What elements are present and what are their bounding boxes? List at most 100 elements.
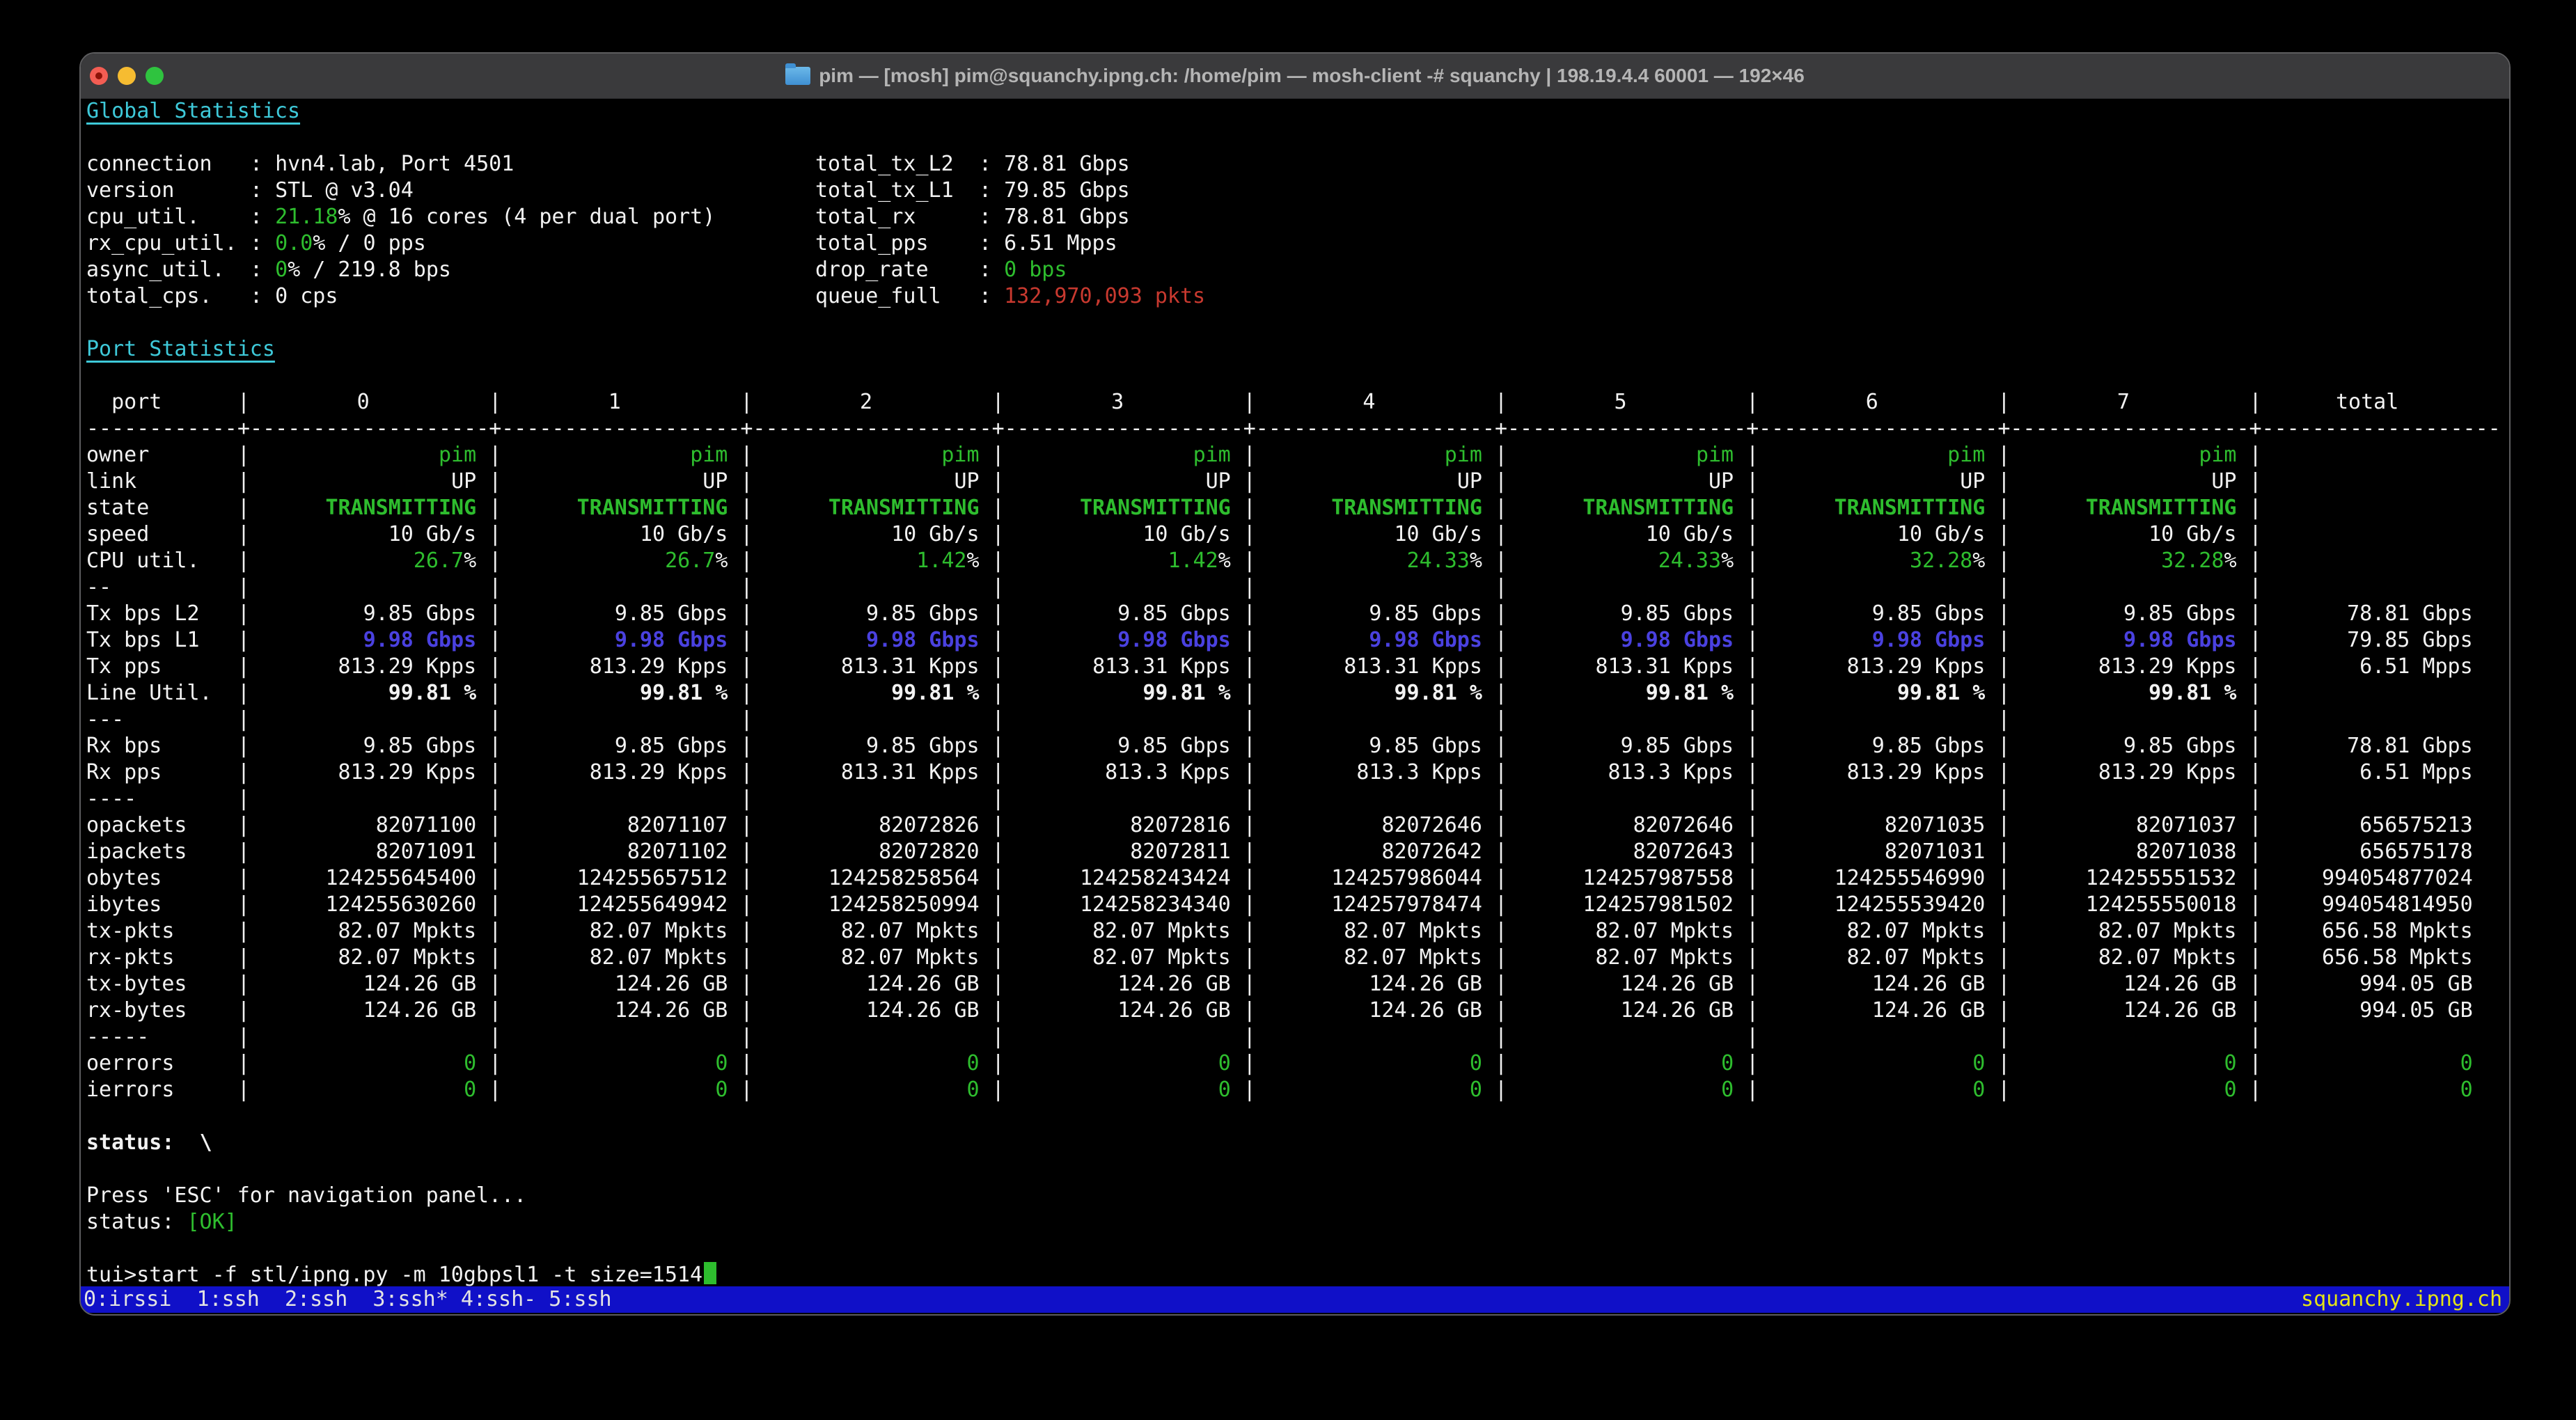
cell-value-text: 82071107 [627,813,728,837]
cell-padding [1482,1050,1495,1077]
table-cell: | [237,707,489,733]
cell-value-text: 5 [1615,390,1627,414]
cell-padding [980,786,992,812]
col-separator: | [1243,759,1256,786]
row-label: Rx pps [86,759,237,786]
cell-value-text: 6.51 Mpps [2359,760,2473,784]
stat-colon: : [979,151,1004,178]
minimize-button[interactable] [118,67,136,85]
table-cell: |10 Gb/s [1243,521,1495,548]
cell-padding [2237,574,2249,601]
col-separator: | [489,495,501,521]
terminal-content[interactable]: Global Statistics connection: hvn4.lab, … [86,98,2505,1288]
cell-padding [1482,733,1495,759]
separator-dashes: +------------------- [992,416,1243,442]
table-cell: |813.3 Kpps [1495,759,1746,786]
stat-colon: : [250,257,275,283]
col-separator: | [992,945,1005,971]
cell-padding [980,442,992,468]
cell-value: 813.29 Kpps [1759,654,1985,680]
close-button[interactable] [90,67,108,85]
col-separator: | [1746,892,1759,918]
cell-padding [728,389,740,416]
row-label: ibytes [86,892,237,918]
table-cell: | [1997,574,2249,601]
titlebar[interactable]: pim — [mosh] pim@squanchy.ipng.ch: /home… [81,54,2509,99]
cell-value: 994.05 GB [2262,971,2473,997]
col-separator: | [992,812,1005,839]
cell-value: 813.29 Kpps [1759,759,1985,786]
cell-value-text: 813.29 Kpps [590,760,728,784]
cell-value [250,786,476,812]
cell-value-text: 124255645400 [325,866,476,890]
cell-value-text: UP [1206,469,1231,494]
table-cell: | [489,1024,740,1050]
cell-padding [1231,1077,1243,1103]
cell-padding [728,918,740,945]
cell-padding [1482,971,1495,997]
cell-padding [1231,601,1243,627]
cell-padding [980,918,992,945]
command-line[interactable]: tui>start -f stl/ipng.py -m 10gbpsl1 -t … [86,1262,2505,1288]
col-separator: | [1243,786,1256,812]
cell-value: 24.33% [1256,548,1482,574]
col-separator: | [992,839,1005,865]
cell-padding [1985,997,1997,1024]
col-separator: | [1243,521,1256,548]
cell-value: 99.81 % [1507,680,1734,707]
cell-value [250,574,476,601]
cell-value-unit: % [1218,549,1231,573]
col-separator: | [1243,839,1256,865]
cell-padding [728,680,740,707]
cell-value: UP [1507,468,1734,495]
cell-padding [1734,971,1746,997]
cell-value-text: 99.81 % [1142,681,1230,705]
cell-padding [980,1024,992,1050]
table-cell: |994.05 GB [2249,997,2501,1024]
cell-value: 82071038 [2010,839,2236,865]
table-cell: |124.26 GB [237,971,489,997]
table-cell: |6.51 Mpps [2249,759,2501,786]
col-separator: | [489,574,501,601]
cell-value: 82071031 [1759,839,1985,865]
cell-value-text: 82072643 [1633,839,1734,864]
screen-windows-list[interactable]: 0:irssi 1:ssh 2:ssh 3:ssh* 4:ssh- 5:ssh [84,1286,612,1313]
cell-value: 813.31 Kpps [1256,654,1482,680]
cell-padding [476,521,489,548]
col-separator: | [237,971,250,997]
cell-value: UP [1005,468,1231,495]
table-cell: |124.26 GB [1495,971,1746,997]
command-input[interactable]: start -f stl/ipng.py -m 10gbpsl1 -t size… [136,1262,702,1288]
table-cell: | [992,1024,1243,1050]
col-separator: | [1243,1024,1256,1050]
cell-value-text: 994.05 GB [2359,998,2473,1023]
cell-value: pim [1005,442,1231,468]
col-separator: | [1495,654,1507,680]
zoom-button[interactable] [146,67,164,85]
table-row: ierrors|0|0|0|0|0|0|0|0|0 [86,1077,2505,1103]
cell-value: 124255551532 [2010,865,2236,892]
cell-value: 1 [501,389,728,416]
cell-padding [476,680,489,707]
table-cell: |813.31 Kpps [1495,654,1746,680]
col-separator: | [992,707,1005,733]
cell-padding [1231,945,1243,971]
cell-padding [2237,733,2249,759]
stat-colon: : [250,283,275,310]
table-cell: |24.33% [1495,548,1746,574]
cell-padding [1734,468,1746,495]
table-cell: |UP [1997,468,2249,495]
cell-value-text: 124.26 GB [1872,972,1986,996]
cell-value-text: 82071038 [2136,839,2237,864]
cell-value: 9.85 Gbps [1507,601,1734,627]
col-separator: | [2249,574,2262,601]
col-separator: | [740,495,753,521]
table-row: oerrors|0|0|0|0|0|0|0|0|0 [86,1050,2505,1077]
cell-value-text: TRANSMITTING [2086,496,2237,520]
cell-value-text: 813.3 Kpps [1356,760,1482,784]
col-separator: | [237,759,250,786]
col-separator: | [489,918,501,945]
cell-value-text: UP [1960,469,1985,494]
cell-value: 82072826 [753,812,979,839]
cell-value: 656.58 Mpkts [2262,945,2473,971]
